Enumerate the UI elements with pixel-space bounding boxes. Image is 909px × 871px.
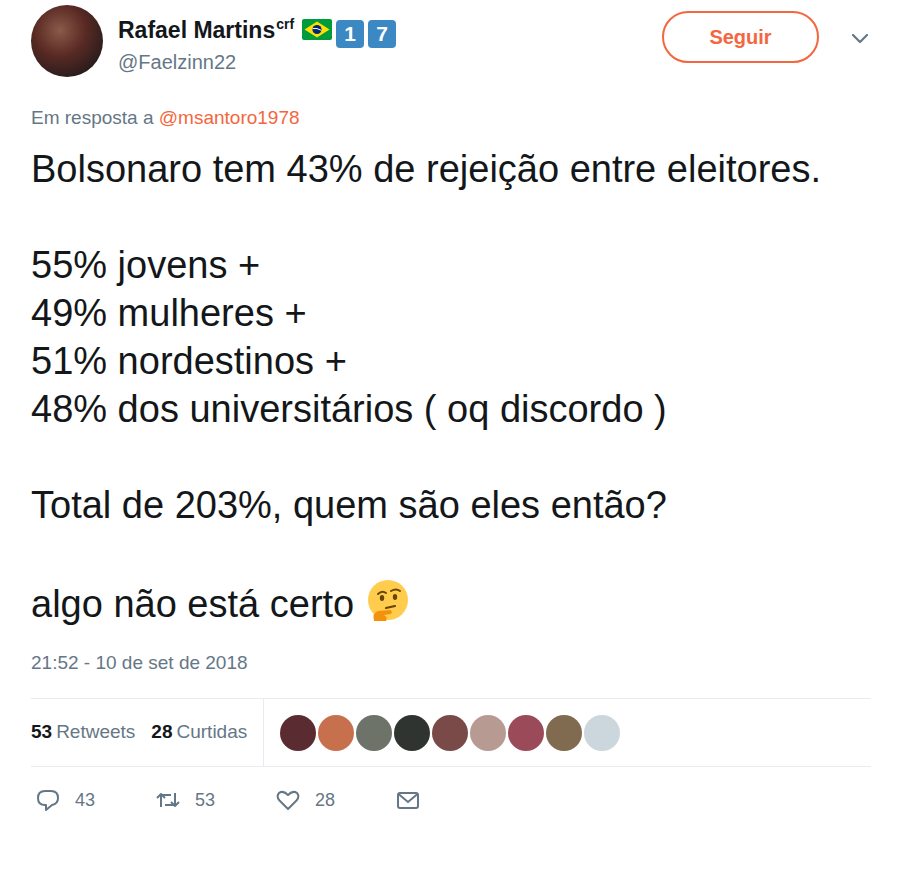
- message-action[interactable]: [395, 787, 515, 813]
- tweet-paragraph: 55% jovens +49% mulheres +51% nordestino…: [31, 241, 871, 433]
- reply-prefix: Em resposta a: [31, 107, 154, 128]
- tweet-line: 55% jovens +: [31, 241, 871, 289]
- like-action[interactable]: 28: [275, 787, 395, 814]
- author-name[interactable]: Rafael Martins: [118, 17, 275, 43]
- author-handle[interactable]: @Faelzinn22: [118, 48, 396, 76]
- reply-action[interactable]: 43: [35, 787, 155, 814]
- liker-avatar[interactable]: [432, 715, 468, 751]
- tweet-line: Bolsonaro tem 43% de rejeição entre elei…: [31, 145, 871, 193]
- action-count: 28: [315, 787, 335, 814]
- chevron-down-icon: [849, 27, 871, 49]
- tweet-line: 49% mulheres +: [31, 289, 871, 337]
- tweet-paragraph: Total de 203%, quem são eles então?: [31, 481, 871, 529]
- follow-button[interactable]: Seguir: [662, 11, 819, 63]
- reply-icon: [35, 787, 61, 813]
- tweet-line: algo não está certo: [31, 577, 871, 628]
- like-icon: [275, 787, 301, 813]
- stat-count: 53: [31, 721, 52, 742]
- retweet-icon: [155, 787, 181, 813]
- keycap-badge: 1: [336, 20, 364, 48]
- tweet-line: 48% dos universitários ( oq discordo ): [31, 385, 871, 433]
- author-name-suffix: crf: [276, 16, 294, 32]
- retweet-action[interactable]: 53: [155, 787, 275, 814]
- reply-user-link[interactable]: @msantoro1978: [159, 107, 300, 128]
- keycap-badge: 7: [368, 20, 396, 48]
- stat-item[interactable]: 53Retweets: [31, 718, 135, 747]
- tweet-paragraph: Bolsonaro tem 43% de rejeição entre elei…: [31, 145, 871, 193]
- brazil-flag-icon: [302, 19, 332, 40]
- action-count: 43: [75, 787, 95, 814]
- liker-avatar[interactable]: [470, 715, 506, 751]
- tweet-line: Total de 203%, quem são eles então?: [31, 481, 871, 529]
- liker-avatars: [280, 715, 622, 751]
- thinking-face-icon: [364, 577, 412, 625]
- author-avatar[interactable]: [31, 5, 103, 77]
- message-icon: [395, 787, 421, 813]
- liker-avatar[interactable]: [356, 715, 392, 751]
- action-bar: 43 53 28: [31, 767, 871, 833]
- liker-avatar[interactable]: [318, 715, 354, 751]
- author-info: Rafael Martinscrf 17@Faelzinn22: [118, 5, 396, 76]
- liker-avatar[interactable]: [546, 715, 582, 751]
- action-count: 53: [195, 787, 215, 814]
- tweet-timestamp[interactable]: 21:52 - 10 de set de 2018: [31, 650, 871, 676]
- reply-context: Em resposta a @msantoro1978: [31, 105, 871, 131]
- liker-avatar[interactable]: [584, 715, 620, 751]
- tweet-text: Bolsonaro tem 43% de rejeição entre elei…: [31, 145, 871, 628]
- stat-label: Retweets: [56, 721, 135, 742]
- author-name-row: Rafael Martinscrf 17: [118, 9, 396, 48]
- liker-avatar[interactable]: [508, 715, 544, 751]
- stat-count: 28: [151, 721, 172, 742]
- tweet-paragraph: algo não está certo: [31, 577, 871, 628]
- liker-avatar[interactable]: [394, 715, 430, 751]
- tweet-header: Rafael Martinscrf 17@Faelzinn22 Seguir: [31, 5, 871, 77]
- stat-label: Curtidas: [176, 721, 247, 742]
- stat-item[interactable]: 28Curtidas: [151, 718, 247, 747]
- engagement-stats: 53Retweets 28Curtidas: [31, 698, 871, 767]
- liker-avatar[interactable]: [280, 715, 316, 751]
- tweet-line: 51% nordestinos +: [31, 337, 871, 385]
- stat-counts: 53Retweets 28Curtidas: [31, 699, 264, 766]
